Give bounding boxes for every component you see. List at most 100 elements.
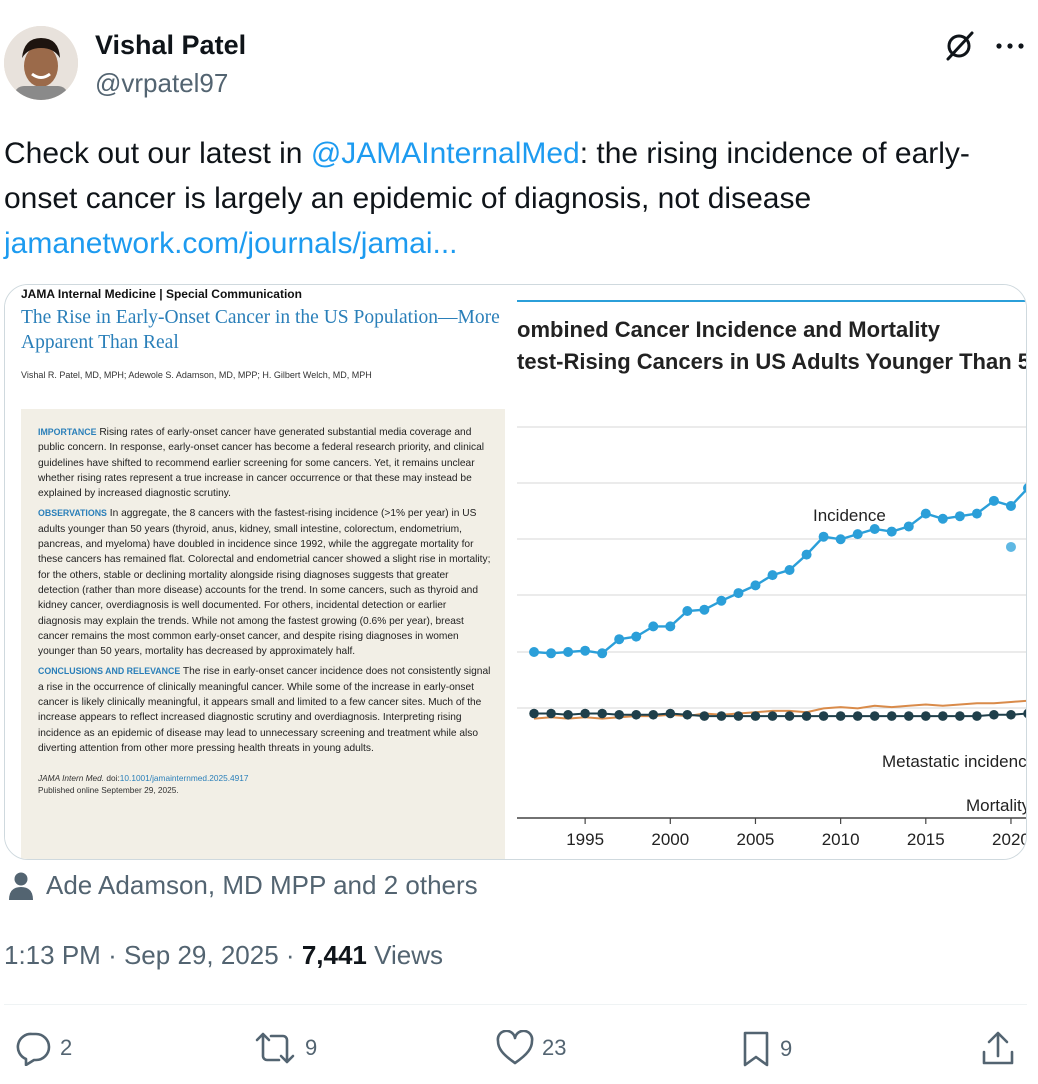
user-name[interactable]: Vishal Patel <box>95 30 246 61</box>
mortality-point <box>767 711 778 721</box>
incidence-point <box>852 529 863 540</box>
tweet-date[interactable]: Sep 29, 2025 <box>124 940 279 970</box>
conclusions-text: The rise in early-onset cancer incidence… <box>38 666 491 754</box>
citation-doi-label: doi: <box>106 773 120 784</box>
mortality-point <box>716 711 727 721</box>
incidence-point <box>682 606 693 616</box>
incidence-point <box>988 495 999 506</box>
repost-icon <box>255 1032 295 1064</box>
incidence-point <box>1005 500 1016 511</box>
like-count: 23 <box>542 1035 567 1060</box>
citation-doi: 10.1001/jamainternmed.2025.4917 <box>119 773 249 784</box>
incidence-point <box>597 648 608 659</box>
paper-title: The Rise in Early-Onset Cancer in the US… <box>21 307 500 353</box>
observations-heading: OBSERVATIONS <box>38 508 107 519</box>
chart-title-line2: test-Rising Cancers in US Adults Younger… <box>517 349 1027 374</box>
share-icon <box>982 1031 1014 1065</box>
reply-count: 2 <box>60 1035 73 1060</box>
mention-link[interactable]: @JAMAInternalMed <box>311 137 580 170</box>
mortality-point <box>972 711 982 721</box>
chart-title-line1: ombined Cancer Incidence and Mortality <box>517 317 941 342</box>
person-icon <box>9 872 33 900</box>
repost-button[interactable]: 9 <box>253 1030 317 1066</box>
more-options-icon[interactable] <box>990 26 1030 66</box>
citation-journal: JAMA Intern Med. <box>38 773 105 784</box>
tweet-text-before: Check out our latest in <box>4 137 311 170</box>
citation: JAMA Intern Med. doi:10.1001/jamainternm… <box>38 772 491 796</box>
incidence-point <box>767 570 778 581</box>
incidence-point <box>954 511 965 522</box>
mortality-point <box>665 708 676 719</box>
view-count: 7,441 <box>301 940 367 970</box>
mortality-point <box>1006 709 1016 720</box>
bookmark-icon <box>743 1031 769 1067</box>
x-tick-label: 2000 <box>651 830 689 849</box>
mortality-point <box>563 709 573 720</box>
mortality-point <box>648 709 659 720</box>
chart-svg: ombined Cancer Incidence and Mortality t… <box>517 300 1027 849</box>
incidence-point <box>665 621 676 632</box>
journal-header: JAMA Internal Medicine | Special Communi… <box>21 287 302 301</box>
mortality-line <box>534 712 1026 718</box>
user-handle[interactable]: @vrpatel97 <box>95 68 228 99</box>
article-link[interactable]: jamanetwork.com/journals/jamai... <box>4 227 458 260</box>
importance-text: Rising rates of early-onset cancer have … <box>38 427 485 500</box>
metastatic-label: Metastatic incidence <box>882 752 1027 771</box>
reply-button[interactable]: 2 <box>16 1030 72 1066</box>
mortality-point <box>733 711 744 721</box>
incidence-point <box>937 513 948 524</box>
incidence-point <box>546 648 557 659</box>
mortality-point <box>903 711 914 721</box>
incidence-point <box>699 604 710 615</box>
mortality-point <box>852 711 863 721</box>
mortality-point <box>818 711 829 721</box>
incidence-point <box>716 595 727 606</box>
published-date: Published online September 29, 2025. <box>38 785 179 796</box>
incidence-point <box>886 526 897 537</box>
incidence-point <box>920 508 931 519</box>
mortality-point <box>546 708 556 719</box>
liked-by[interactable]: Ade Adamson, MD MPP and 2 others <box>8 870 478 901</box>
like-button[interactable]: 23 <box>496 1030 566 1066</box>
incidence-point <box>903 521 914 532</box>
incidence-point <box>529 647 540 657</box>
mortality-point <box>699 711 710 721</box>
incidence-line <box>533 488 1026 655</box>
mortality-point <box>750 711 761 721</box>
tweet-time[interactable]: 1:13 PM <box>4 940 101 970</box>
abstract-box: IMPORTANCE Rising rates of early-onset c… <box>21 409 505 859</box>
chart-image: ombined Cancer Incidence and Mortality t… <box>517 285 1027 859</box>
x-tick-label: 2005 <box>737 830 775 849</box>
mortality-point <box>869 711 880 721</box>
media-card[interactable]: JAMA Internal Medicine | Special Communi… <box>4 284 1027 860</box>
tweet-text: Check out our latest in @JAMAInternalMed… <box>4 131 1034 266</box>
mortality-point <box>938 711 948 721</box>
incidence-point <box>784 565 795 575</box>
incidence-label: Incidence <box>813 506 886 525</box>
incidence-point <box>614 634 625 645</box>
paper-authors: Vishal R. Patel, MD, MPH; Adewole S. Ada… <box>21 370 372 380</box>
heart-icon <box>496 1030 534 1065</box>
paper-image: JAMA Internal Medicine | Special Communi… <box>5 285 511 859</box>
mortality-point <box>682 709 693 720</box>
bookmark-button[interactable]: 9 <box>740 1030 792 1068</box>
incidence-point <box>801 549 812 560</box>
x-tick-label: 2010 <box>822 830 860 849</box>
mortality-point <box>1023 709 1026 718</box>
mortality-point <box>529 708 539 719</box>
bookmark-count: 9 <box>780 1036 793 1061</box>
mortality-point <box>886 711 897 721</box>
conclusions-heading: CONCLUSIONS AND RELEVANCE <box>38 666 181 677</box>
incidence-point <box>648 621 659 632</box>
incidence-point <box>971 508 982 519</box>
incidence-point <box>563 647 574 657</box>
liked-by-text[interactable]: Ade Adamson, MD MPP and 2 others <box>46 870 478 901</box>
mortality-point <box>835 711 846 721</box>
incidence-point <box>631 631 642 642</box>
share-button[interactable] <box>980 1030 1016 1068</box>
observations-paragraph: OBSERVATIONS In aggregate, the 8 cancers… <box>38 506 491 659</box>
avatar[interactable] <box>4 26 78 100</box>
mortality-point <box>989 709 999 720</box>
importance-heading: IMPORTANCE <box>38 427 97 437</box>
grok-icon[interactable] <box>940 26 980 66</box>
